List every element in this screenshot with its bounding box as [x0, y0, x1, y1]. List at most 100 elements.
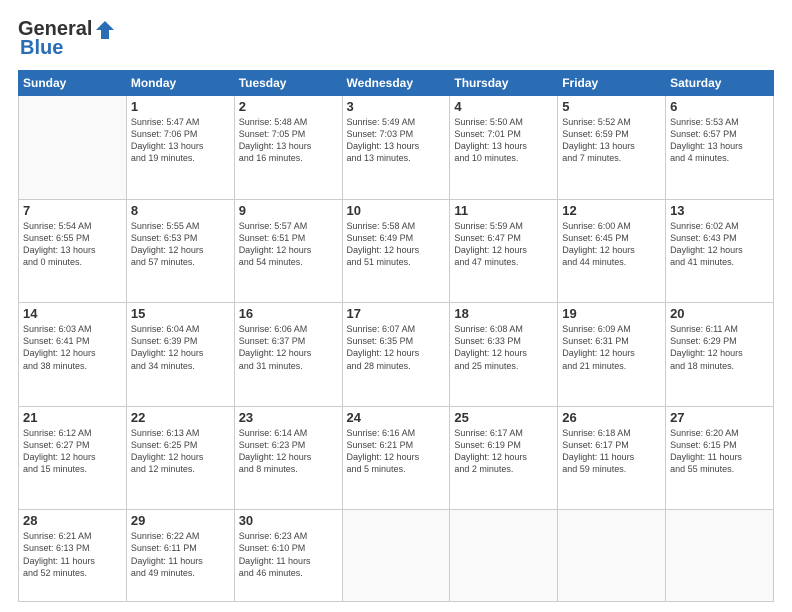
- day-info: Sunrise: 5:53 AMSunset: 6:57 PMDaylight:…: [670, 116, 769, 165]
- day-info: Sunrise: 6:18 AMSunset: 6:17 PMDaylight:…: [562, 427, 661, 476]
- day-number: 27: [670, 410, 769, 425]
- day-number: 19: [562, 306, 661, 321]
- week-row-5: 28Sunrise: 6:21 AMSunset: 6:13 PMDayligh…: [19, 510, 774, 602]
- day-info: Sunrise: 5:50 AMSunset: 7:01 PMDaylight:…: [454, 116, 553, 165]
- page: GeneralBlue SundayMondayTuesdayWednesday…: [0, 0, 792, 612]
- day-number: 1: [131, 99, 230, 114]
- day-number: 7: [23, 203, 122, 218]
- day-number: 30: [239, 513, 338, 528]
- day-info: Sunrise: 6:14 AMSunset: 6:23 PMDaylight:…: [239, 427, 338, 476]
- day-info: Sunrise: 5:59 AMSunset: 6:47 PMDaylight:…: [454, 220, 553, 269]
- calendar-cell: [558, 510, 666, 602]
- day-info: Sunrise: 6:09 AMSunset: 6:31 PMDaylight:…: [562, 323, 661, 372]
- calendar-table: SundayMondayTuesdayWednesdayThursdayFrid…: [18, 70, 774, 602]
- calendar-cell: 27 Sunrise: 6:20 AMSunset: 6:15 PMDayligh…: [666, 406, 774, 510]
- weekday-header-saturday: Saturday: [666, 71, 774, 96]
- day-info: Sunrise: 6:11 AMSunset: 6:29 PMDaylight:…: [670, 323, 769, 372]
- calendar-cell: [450, 510, 558, 602]
- day-number: 25: [454, 410, 553, 425]
- day-number: 24: [347, 410, 446, 425]
- day-info: Sunrise: 5:58 AMSunset: 6:49 PMDaylight:…: [347, 220, 446, 269]
- day-info: Sunrise: 6:20 AMSunset: 6:15 PMDaylight:…: [670, 427, 769, 476]
- day-info: Sunrise: 6:12 AMSunset: 6:27 PMDaylight:…: [23, 427, 122, 476]
- calendar-cell: 3 Sunrise: 5:49 AMSunset: 7:03 PMDaylight…: [342, 96, 450, 200]
- calendar-cell: [19, 96, 127, 200]
- calendar-cell: 22 Sunrise: 6:13 AMSunset: 6:25 PMDayligh…: [126, 406, 234, 510]
- calendar-cell: 10 Sunrise: 5:58 AMSunset: 6:49 PMDayligh…: [342, 199, 450, 303]
- day-number: 15: [131, 306, 230, 321]
- calendar-cell: [342, 510, 450, 602]
- calendar-cell: 1 Sunrise: 5:47 AMSunset: 7:06 PMDaylight…: [126, 96, 234, 200]
- day-info: Sunrise: 6:04 AMSunset: 6:39 PMDaylight:…: [131, 323, 230, 372]
- calendar-cell: 2 Sunrise: 5:48 AMSunset: 7:05 PMDaylight…: [234, 96, 342, 200]
- calendar-cell: 30 Sunrise: 6:23 AMSunset: 6:10 PMDayligh…: [234, 510, 342, 602]
- weekday-header-tuesday: Tuesday: [234, 71, 342, 96]
- day-number: 28: [23, 513, 122, 528]
- day-info: Sunrise: 6:17 AMSunset: 6:19 PMDaylight:…: [454, 427, 553, 476]
- calendar-cell: 26 Sunrise: 6:18 AMSunset: 6:17 PMDayligh…: [558, 406, 666, 510]
- day-number: 10: [347, 203, 446, 218]
- calendar-cell: 16 Sunrise: 6:06 AMSunset: 6:37 PMDayligh…: [234, 303, 342, 407]
- calendar-cell: 13Sunrise: 6:02 AMSunset: 6:43 PMDayligh…: [666, 199, 774, 303]
- day-number: 16: [239, 306, 338, 321]
- calendar-cell: 8Sunrise: 5:55 AMSunset: 6:53 PMDaylight…: [126, 199, 234, 303]
- calendar-cell: 12Sunrise: 6:00 AMSunset: 6:45 PMDayligh…: [558, 199, 666, 303]
- calendar-cell: 21Sunrise: 6:12 AMSunset: 6:27 PMDayligh…: [19, 406, 127, 510]
- week-row-2: 7 Sunrise: 5:54 AMSunset: 6:55 PMDaylight…: [19, 199, 774, 303]
- week-row-4: 21Sunrise: 6:12 AMSunset: 6:27 PMDayligh…: [19, 406, 774, 510]
- day-number: 17: [347, 306, 446, 321]
- calendar-cell: 19 Sunrise: 6:09 AMSunset: 6:31 PMDayligh…: [558, 303, 666, 407]
- calendar-cell: 7 Sunrise: 5:54 AMSunset: 6:55 PMDaylight…: [19, 199, 127, 303]
- calendar-cell: 28Sunrise: 6:21 AMSunset: 6:13 PMDayligh…: [19, 510, 127, 602]
- weekday-header-row: SundayMondayTuesdayWednesdayThursdayFrid…: [19, 71, 774, 96]
- calendar-cell: 23 Sunrise: 6:14 AMSunset: 6:23 PMDayligh…: [234, 406, 342, 510]
- day-info: Sunrise: 6:22 AMSunset: 6:11 PMDaylight:…: [131, 530, 230, 579]
- calendar-cell: 4 Sunrise: 5:50 AMSunset: 7:01 PMDaylight…: [450, 96, 558, 200]
- calendar-cell: 15 Sunrise: 6:04 AMSunset: 6:39 PMDayligh…: [126, 303, 234, 407]
- day-number: 26: [562, 410, 661, 425]
- day-number: 12: [562, 203, 661, 218]
- calendar-cell: 25 Sunrise: 6:17 AMSunset: 6:19 PMDayligh…: [450, 406, 558, 510]
- logo-icon: [94, 19, 116, 41]
- weekday-header-wednesday: Wednesday: [342, 71, 450, 96]
- calendar-cell: 20Sunrise: 6:11 AMSunset: 6:29 PMDayligh…: [666, 303, 774, 407]
- calendar-cell: 11 Sunrise: 5:59 AMSunset: 6:47 PMDayligh…: [450, 199, 558, 303]
- weekday-header-friday: Friday: [558, 71, 666, 96]
- calendar-cell: [666, 510, 774, 602]
- day-number: 18: [454, 306, 553, 321]
- day-info: Sunrise: 5:52 AMSunset: 6:59 PMDaylight:…: [562, 116, 661, 165]
- calendar-cell: 14Sunrise: 6:03 AMSunset: 6:41 PMDayligh…: [19, 303, 127, 407]
- day-info: Sunrise: 6:06 AMSunset: 6:37 PMDaylight:…: [239, 323, 338, 372]
- week-row-1: 1 Sunrise: 5:47 AMSunset: 7:06 PMDaylight…: [19, 96, 774, 200]
- day-info: Sunrise: 5:54 AMSunset: 6:55 PMDaylight:…: [23, 220, 122, 269]
- logo: GeneralBlue: [18, 18, 116, 60]
- day-number: 14: [23, 306, 122, 321]
- day-info: Sunrise: 5:47 AMSunset: 7:06 PMDaylight:…: [131, 116, 230, 165]
- calendar-cell: 29 Sunrise: 6:22 AMSunset: 6:11 PMDayligh…: [126, 510, 234, 602]
- day-number: 23: [239, 410, 338, 425]
- calendar-cell: 9Sunrise: 5:57 AMSunset: 6:51 PMDaylight…: [234, 199, 342, 303]
- day-info: Sunrise: 6:08 AMSunset: 6:33 PMDaylight:…: [454, 323, 553, 372]
- day-info: Sunrise: 5:48 AMSunset: 7:05 PMDaylight:…: [239, 116, 338, 165]
- day-number: 2: [239, 99, 338, 114]
- day-info: Sunrise: 6:23 AMSunset: 6:10 PMDaylight:…: [239, 530, 338, 579]
- day-info: Sunrise: 6:16 AMSunset: 6:21 PMDaylight:…: [347, 427, 446, 476]
- logo-blue: Blue: [20, 37, 63, 60]
- day-number: 4: [454, 99, 553, 114]
- calendar-cell: 17 Sunrise: 6:07 AMSunset: 6:35 PMDayligh…: [342, 303, 450, 407]
- day-info: Sunrise: 6:02 AMSunset: 6:43 PMDaylight:…: [670, 220, 769, 269]
- day-number: 3: [347, 99, 446, 114]
- weekday-header-sunday: Sunday: [19, 71, 127, 96]
- calendar-cell: 18 Sunrise: 6:08 AMSunset: 6:33 PMDayligh…: [450, 303, 558, 407]
- day-info: Sunrise: 5:49 AMSunset: 7:03 PMDaylight:…: [347, 116, 446, 165]
- weekday-header-monday: Monday: [126, 71, 234, 96]
- calendar-cell: 24 Sunrise: 6:16 AMSunset: 6:21 PMDayligh…: [342, 406, 450, 510]
- day-number: 22: [131, 410, 230, 425]
- week-row-3: 14Sunrise: 6:03 AMSunset: 6:41 PMDayligh…: [19, 303, 774, 407]
- day-info: Sunrise: 6:13 AMSunset: 6:25 PMDaylight:…: [131, 427, 230, 476]
- day-number: 11: [454, 203, 553, 218]
- day-number: 29: [131, 513, 230, 528]
- day-info: Sunrise: 6:07 AMSunset: 6:35 PMDaylight:…: [347, 323, 446, 372]
- day-info: Sunrise: 5:57 AMSunset: 6:51 PMDaylight:…: [239, 220, 338, 269]
- calendar-cell: 5Sunrise: 5:52 AMSunset: 6:59 PMDaylight…: [558, 96, 666, 200]
